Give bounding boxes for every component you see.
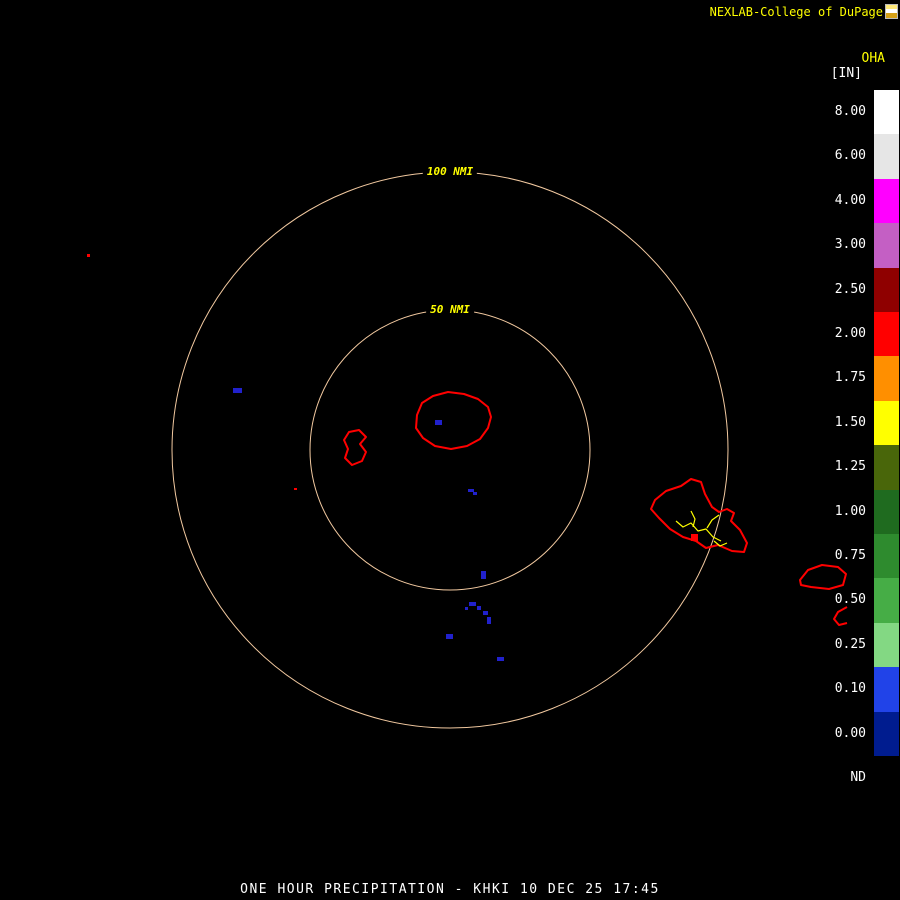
- legend-label: 1.00: [834, 503, 866, 519]
- legend-color-segment: [874, 356, 899, 401]
- precip-pixel: [487, 617, 491, 624]
- legend-label: 0.75: [834, 548, 866, 563]
- legend-label: 4.00: [834, 192, 866, 208]
- island-outline-molokai-west: [799, 564, 847, 590]
- product-caption: ONE HOUR PRECIPITATION - KHKI 10 DEC 25 …: [240, 882, 660, 897]
- legend-color-segment: [874, 489, 899, 534]
- precip-pixel: [497, 657, 504, 661]
- legend-label: 1.50: [834, 414, 866, 430]
- legend-label: 2.50: [834, 281, 866, 297]
- road-line: [675, 520, 722, 542]
- legend-label: 3.00: [834, 237, 866, 253]
- legend-label: 0.00: [834, 725, 866, 741]
- precip-pixel: [473, 492, 477, 495]
- legend-color-segment: [874, 711, 899, 756]
- legend-label: 0.25: [834, 636, 866, 652]
- outer-ring-label: 100 NMI: [422, 165, 478, 179]
- precip-pixel: [87, 254, 90, 257]
- units-label: [IN]: [830, 66, 862, 81]
- station-label: OHA: [861, 51, 885, 66]
- legend-color-segment: [874, 267, 899, 312]
- legend-color-segment: [874, 312, 899, 357]
- precip-pixel: [469, 602, 476, 606]
- island-outline-kauai: [415, 391, 492, 450]
- legend-label: 2.00: [834, 326, 866, 341]
- credit-text: NEXLAB-College of DuPage: [709, 5, 883, 19]
- legend-color-segment: [874, 178, 899, 224]
- road-line: [690, 510, 696, 528]
- legend-label-nd: ND: [850, 770, 866, 785]
- precip-pixel: [477, 606, 481, 610]
- radar-map: [87, 171, 848, 729]
- outer-range-ring: [171, 171, 729, 729]
- legend-label: 8.00: [834, 104, 866, 119]
- cod-logo-icon: [885, 4, 898, 19]
- island-outline-oahu: [650, 478, 748, 553]
- legend-color-segment: [874, 223, 899, 268]
- precip-pixel: [465, 607, 468, 610]
- precip-pixel: [483, 611, 488, 615]
- legend-label: 6.00: [834, 148, 866, 164]
- radar-screen: 100 NMI 50 NMI NEXLAB-College of DuPage …: [0, 0, 900, 900]
- legend-color-segment: [874, 445, 899, 490]
- legend-label: 0.10: [834, 681, 866, 697]
- legend-color-segment: [874, 534, 899, 579]
- island-outline-coast-fragment: [833, 606, 848, 626]
- legend-color-segment: [874, 90, 899, 135]
- precip-pixel: [468, 489, 474, 492]
- legend-label: 0.50: [834, 592, 866, 608]
- legend-label: 1.25: [834, 459, 866, 475]
- inner-ring-label: 50 NMI: [426, 303, 474, 317]
- precip-pixel: [691, 534, 698, 541]
- precip-pixel: [446, 634, 453, 639]
- inner-range-ring: [309, 309, 591, 591]
- precip-pixel: [435, 420, 442, 425]
- legend-color-segment: [874, 134, 899, 179]
- legend-color-segment: [874, 622, 899, 668]
- precip-pixel: [481, 571, 486, 579]
- legend-color-segment: [874, 667, 899, 712]
- legend-color-segment: [874, 400, 899, 446]
- precip-pixel: [294, 488, 297, 490]
- precip-pixel: [233, 388, 242, 393]
- legend-color-segment: [874, 578, 899, 623]
- island-outline-niihau: [343, 429, 367, 466]
- legend-label: 1.75: [834, 370, 866, 386]
